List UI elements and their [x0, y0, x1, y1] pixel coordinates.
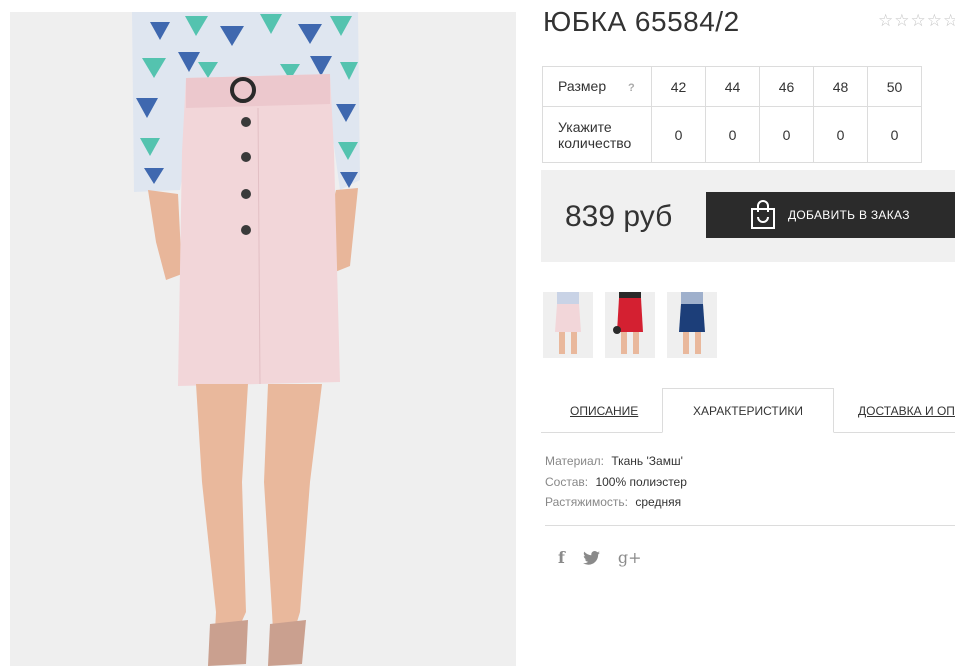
- tab-delivery[interactable]: ДОСТАВКА И ОПЛАТА: [858, 388, 955, 433]
- rating-stars[interactable]: ☆ ☆ ☆ ☆ ☆: [878, 12, 955, 29]
- spec-row: Состав: 100% полиэстер: [545, 472, 687, 493]
- size-cell: 48: [813, 66, 868, 107]
- quantity-input[interactable]: 0: [867, 106, 922, 163]
- star-icon[interactable]: ☆: [894, 12, 909, 29]
- size-cell: 44: [705, 66, 760, 107]
- divider: [545, 525, 955, 526]
- size-help-icon[interactable]: ?: [628, 82, 635, 94]
- add-to-order-button[interactable]: ДОБАВИТЬ В ЗАКАЗ: [706, 192, 955, 238]
- size-row: Размер ? 42 44 46 48 50: [542, 66, 922, 107]
- spec-value: Ткань 'Замш': [611, 454, 683, 468]
- size-cell: 46: [759, 66, 814, 107]
- add-to-order-label: ДОБАВИТЬ В ЗАКАЗ: [788, 208, 910, 222]
- spec-key: Состав:: [545, 474, 589, 489]
- thumbnail-navy[interactable]: [667, 292, 717, 358]
- quantity-label: Укажите количество: [542, 106, 652, 163]
- shopping-bag-icon: [751, 200, 775, 229]
- star-icon[interactable]: ☆: [927, 12, 942, 29]
- quantity-row: Укажите количество 0 0 0 0 0: [542, 106, 922, 163]
- price-box: 839 руб ДОБАВИТЬ В ЗАКАЗ: [541, 170, 955, 262]
- product-tabs: ОПИСАНИЕ ХАРАКТЕРИСТИКИ ДОСТАВКА И ОПЛАТ…: [541, 388, 955, 433]
- spec-row: Растяжимость: средняя: [545, 492, 687, 513]
- star-icon[interactable]: ☆: [878, 12, 893, 29]
- skirt-model-photo: [10, 12, 516, 666]
- color-thumbnails: [543, 292, 717, 358]
- size-row-header: Размер ?: [542, 66, 652, 107]
- tab-characteristics[interactable]: ХАРАКТЕРИСТИКИ: [662, 388, 834, 433]
- spec-key: Растяжимость:: [545, 495, 629, 509]
- social-share: f g+: [558, 548, 642, 567]
- google-plus-icon[interactable]: g+: [618, 548, 642, 567]
- quantity-input[interactable]: 0: [813, 106, 868, 163]
- facebook-icon[interactable]: f: [558, 548, 565, 567]
- tab-description[interactable]: ОПИСАНИЕ: [570, 388, 638, 433]
- size-cell: 42: [651, 66, 706, 107]
- size-label: Размер: [558, 77, 607, 94]
- spec-key: Материал:: [545, 454, 604, 468]
- quantity-input[interactable]: 0: [759, 106, 814, 163]
- size-quantity-table: Размер ? 42 44 46 48 50 Укажите количест…: [542, 66, 922, 163]
- star-icon[interactable]: ☆: [943, 12, 955, 29]
- thumbnail-red[interactable]: [605, 292, 655, 358]
- quantity-input[interactable]: 0: [651, 106, 706, 163]
- thumbnail-pink[interactable]: [543, 292, 593, 358]
- star-icon[interactable]: ☆: [911, 12, 926, 29]
- price: 839 руб: [565, 200, 673, 233]
- spec-value: средняя: [635, 495, 682, 509]
- specs-list: Материал: Ткань 'Замш' Состав: 100% поли…: [545, 451, 687, 513]
- spec-value: 100% полиэстер: [595, 474, 687, 489]
- twitter-icon[interactable]: [582, 550, 600, 565]
- product-main-image[interactable]: [10, 12, 516, 666]
- product-title: ЮБКА 65584/2: [543, 6, 740, 37]
- quantity-input[interactable]: 0: [705, 106, 760, 163]
- size-cell: 50: [867, 66, 922, 107]
- spec-row: Материал: Ткань 'Замш': [545, 451, 687, 472]
